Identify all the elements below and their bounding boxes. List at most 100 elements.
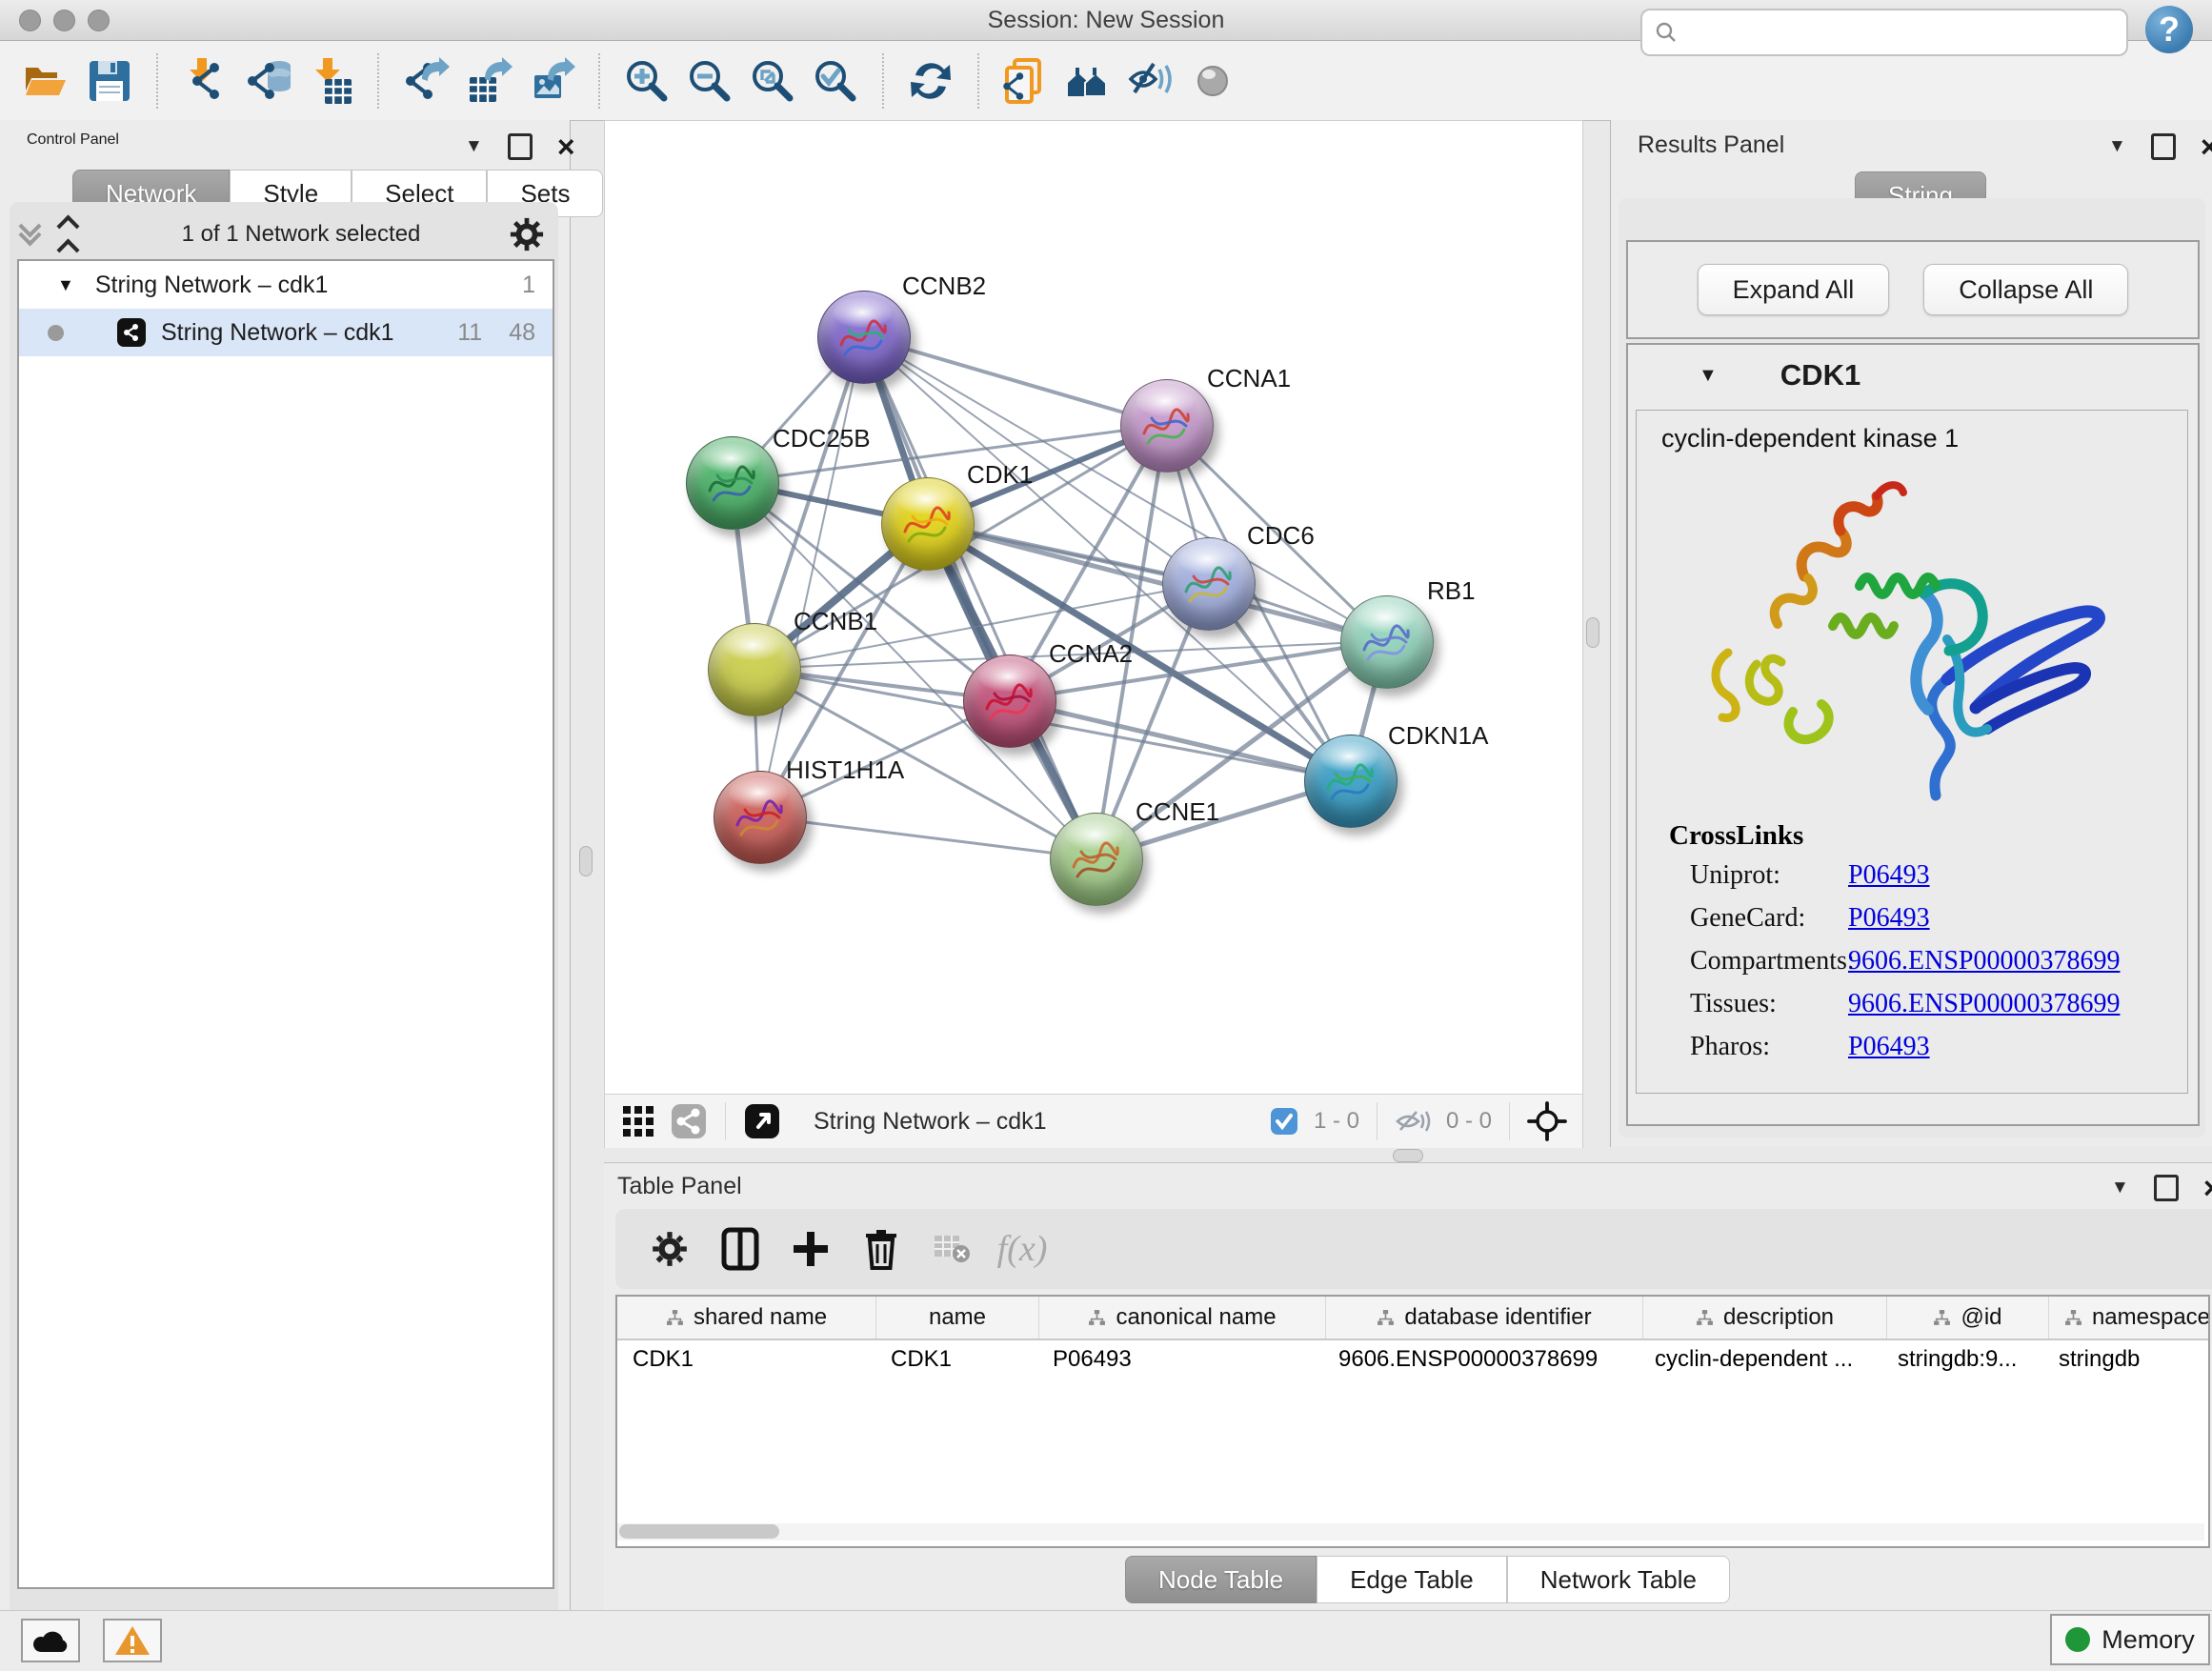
- crosslink-row: Compartments: 9606.ENSP00000378699: [1690, 946, 2166, 976]
- results-menu-icon[interactable]: ▼: [2108, 136, 2126, 157]
- column-header-namespace[interactable]: namespace: [2049, 1297, 2210, 1339]
- panel-menu-icon[interactable]: ▼: [465, 136, 483, 157]
- birds-eye-view-icon[interactable]: [743, 1102, 781, 1140]
- node-cdkn1a[interactable]: [1304, 735, 1398, 828]
- protein-ribbon-thumb: [700, 453, 765, 513]
- crosslink-value-link[interactable]: P06493: [1848, 860, 1930, 891]
- selected-checkbox-icon[interactable]: [1270, 1107, 1298, 1136]
- delete-column-trash-icon[interactable]: [846, 1220, 916, 1278]
- hide-selected-eye-icon[interactable]: [1120, 53, 1183, 109]
- table-close-icon[interactable]: ×: [2203, 1178, 2212, 1198]
- collapse-all-button[interactable]: Collapse All: [1923, 264, 2128, 315]
- table-row[interactable]: CDK1CDK1P064939606.ENSP00000378699cyclin…: [617, 1340, 2208, 1379]
- fit-selected-crosshair-icon[interactable]: [1527, 1101, 1567, 1141]
- results-float-icon[interactable]: [2151, 133, 2176, 160]
- export-network-icon[interactable]: [394, 53, 457, 109]
- cell-@id[interactable]: stringdb:9...: [1882, 1340, 2043, 1379]
- table-hscroll-thumb[interactable]: [619, 1524, 779, 1539]
- import-network-icon[interactable]: [173, 53, 236, 109]
- table-menu-icon[interactable]: ▼: [2111, 1178, 2129, 1198]
- zoom-out-icon[interactable]: [678, 53, 741, 109]
- network-row[interactable]: String Network – cdk1 11 48: [19, 309, 553, 356]
- network-share-icon[interactable]: [670, 1102, 708, 1140]
- node-cdk1[interactable]: [881, 477, 975, 571]
- node-cdc6[interactable]: [1162, 537, 1256, 631]
- cell-name[interactable]: CDK1: [875, 1340, 1037, 1379]
- column-header-canonical-name[interactable]: canonical name: [1039, 1297, 1326, 1339]
- show-columns-icon[interactable]: [705, 1220, 775, 1278]
- node-ccna2[interactable]: [963, 654, 1056, 748]
- cell-namespace[interactable]: stringdb: [2043, 1340, 2210, 1379]
- table-float-icon[interactable]: [2154, 1175, 2179, 1201]
- crosslink-value-link[interactable]: P06493: [1848, 1032, 1930, 1062]
- tab-network-table[interactable]: Network Table: [1507, 1556, 1730, 1603]
- node-label-ccna2: CCNA2: [1049, 639, 1133, 669]
- collection-expand-icon[interactable]: ▼: [57, 275, 74, 295]
- node-ccna1[interactable]: [1120, 379, 1214, 473]
- table-hscroll-track[interactable]: [617, 1523, 2204, 1540]
- node-gene-symbol: CDK1: [1780, 358, 1860, 393]
- cell-canonical-name[interactable]: P06493: [1037, 1340, 1323, 1379]
- panel-close-icon[interactable]: ×: [557, 137, 575, 156]
- search-icon: [1654, 20, 1679, 45]
- expand-all-button[interactable]: Expand All: [1698, 264, 1890, 315]
- warning-button[interactable]: [103, 1619, 162, 1662]
- save-session-icon[interactable]: [78, 53, 141, 109]
- collapse-all-networks-icon[interactable]: [17, 226, 42, 243]
- bottom-splitter-handle[interactable]: [1393, 1149, 1423, 1162]
- crosslink-value-link[interactable]: 9606.ENSP00000378699: [1848, 946, 2120, 976]
- memory-button[interactable]: Memory: [2050, 1614, 2210, 1665]
- right-splitter-handle[interactable]: [1586, 617, 1599, 648]
- crosslink-value-link[interactable]: 9606.ENSP00000378699: [1848, 989, 2120, 1019]
- column-header-@id[interactable]: @id: [1887, 1297, 2049, 1339]
- network-name: String Network – cdk1: [161, 319, 394, 347]
- node-details-collapse-icon[interactable]: ▼: [1699, 365, 1718, 387]
- grid-view-icon[interactable]: [622, 1105, 654, 1137]
- network-options-gear-icon[interactable]: [509, 216, 545, 252]
- hidden-count: 0 - 0: [1446, 1108, 1492, 1135]
- import-database-icon[interactable]: [236, 53, 299, 109]
- node-ccnb1[interactable]: [708, 623, 801, 716]
- search-input[interactable]: [1679, 18, 2126, 47]
- node-label-cdc25b: CDC25B: [773, 424, 871, 453]
- node-details-header[interactable]: ▼ CDK1: [1628, 345, 2198, 406]
- table-options-gear-icon[interactable]: [634, 1220, 705, 1278]
- network-collection-row[interactable]: ▼ String Network – cdk1 1: [19, 261, 553, 309]
- create-column-plus-icon[interactable]: [775, 1220, 846, 1278]
- node-ccne1[interactable]: [1050, 813, 1143, 906]
- cloud-button[interactable]: [21, 1619, 80, 1662]
- cell-description[interactable]: cyclin-dependent ...: [1639, 1340, 1882, 1379]
- results-close-icon[interactable]: ×: [2201, 137, 2212, 156]
- cell-database-identifier[interactable]: 9606.ENSP00000378699: [1323, 1340, 1639, 1379]
- crosslink-value-link[interactable]: P06493: [1848, 903, 1930, 934]
- zoom-selected-icon[interactable]: [804, 53, 867, 109]
- tab-edge-table[interactable]: Edge Table: [1317, 1556, 1507, 1603]
- node-rb1[interactable]: [1340, 595, 1434, 689]
- export-table-icon[interactable]: [457, 53, 520, 109]
- export-image-icon[interactable]: [520, 53, 583, 109]
- node-ccnb2[interactable]: [817, 291, 911, 384]
- column-header-name[interactable]: name: [876, 1297, 1039, 1339]
- cell-shared-name[interactable]: CDK1: [617, 1340, 875, 1379]
- column-header-shared-name[interactable]: shared name: [617, 1297, 876, 1339]
- panel-float-icon[interactable]: [508, 133, 533, 160]
- clone-network-icon[interactable]: [995, 53, 1057, 109]
- search-input-wrap[interactable]: [1640, 9, 2128, 56]
- help-button[interactable]: ?: [2145, 6, 2193, 53]
- open-file-icon[interactable]: [15, 53, 78, 109]
- show-gray-sphere-icon[interactable]: [1183, 53, 1246, 109]
- tab-node-table[interactable]: Node Table: [1125, 1556, 1317, 1603]
- column-header-database-identifier[interactable]: database identifier: [1326, 1297, 1643, 1339]
- node-cdc25b[interactable]: [686, 436, 779, 530]
- import-table-icon[interactable]: [299, 53, 362, 109]
- refresh-network-icon[interactable]: [899, 53, 962, 109]
- left-splitter-handle[interactable]: [579, 846, 593, 876]
- expand-all-networks-icon[interactable]: [55, 211, 80, 258]
- column-header-description[interactable]: description: [1643, 1297, 1887, 1339]
- zoom-in-icon[interactable]: [615, 53, 678, 109]
- column-network-icon: [2064, 1309, 2082, 1327]
- string-protein-query-icon[interactable]: [1057, 53, 1120, 109]
- node-table[interactable]: shared namename canonical name database …: [615, 1295, 2210, 1548]
- zoom-fit-icon[interactable]: [741, 53, 804, 109]
- network-canvas[interactable]: CCNB2 CCNA1 CDC25B CDK1 CDC6: [604, 120, 1583, 1096]
